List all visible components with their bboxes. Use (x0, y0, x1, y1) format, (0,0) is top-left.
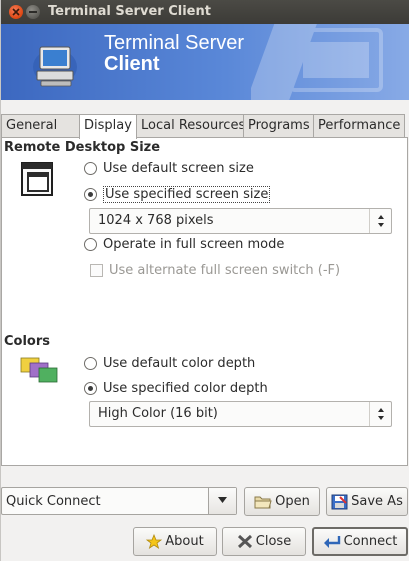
radio-specified-screen-size[interactable]: Use specified screen size (84, 186, 271, 203)
radio-full-screen-button[interactable] (84, 238, 97, 251)
open-button-label: Open (275, 494, 310, 509)
color-depth-icon (20, 356, 58, 390)
save-as-button[interactable]: Save As (326, 487, 408, 516)
color-depth-select[interactable]: High Color (16 bit) (89, 401, 392, 427)
radio-specified-screen-size-label: Use specified screen size (103, 186, 271, 203)
radio-default-color-depth-label: Use default color depth (103, 356, 256, 371)
tab-local-resources[interactable]: Local Resources (136, 114, 245, 138)
connect-button-label: Connect (343, 534, 398, 549)
save-as-button-label: Save As (351, 494, 403, 509)
tab-general[interactable]: General (1, 114, 80, 138)
alt-full-screen-switch[interactable]: Use alternate full screen switch (-F) (90, 263, 340, 278)
color-depth-value: High Color (16 bit) (98, 406, 218, 421)
header-banner: Terminal Server Client (1, 24, 409, 100)
connect-button[interactable]: Connect (312, 527, 408, 556)
banner-title-line1: Terminal Server (104, 32, 245, 54)
window-title: Terminal Server Client (48, 4, 211, 19)
star-icon (146, 534, 163, 549)
about-button-label: About (165, 534, 204, 549)
banner-title: Terminal Server Client (104, 33, 244, 75)
screen-size-icon (19, 160, 55, 202)
window: Terminal Server Client Terminal Server C… (0, 0, 409, 561)
remote-size-heading: Remote Desktop Size (4, 140, 161, 155)
save-icon (331, 494, 348, 509)
folder-icon (254, 496, 272, 508)
title-bar[interactable]: Terminal Server Client (1, 0, 409, 24)
screen-size-select[interactable]: 1024 x 768 pixels (89, 208, 392, 234)
radio-full-screen[interactable]: Operate in full screen mode (84, 237, 284, 252)
minimize-icon[interactable] (26, 5, 40, 19)
chevron-down-icon[interactable] (208, 488, 236, 514)
radio-default-screen-size[interactable]: Use default screen size (84, 161, 254, 176)
radio-default-screen-size-label: Use default screen size (103, 161, 254, 176)
radio-default-color-depth-button[interactable] (84, 357, 97, 370)
radio-full-screen-label: Operate in full screen mode (103, 237, 285, 252)
tab-display[interactable]: Display (79, 114, 137, 139)
colors-heading: Colors (4, 334, 51, 349)
display-tab-panel: Remote Desktop Size Use default screen s… (1, 137, 408, 466)
tab-programs[interactable]: Programs (243, 114, 314, 138)
updown-arrows-icon[interactable] (369, 402, 391, 426)
screen-size-value: 1024 x 768 pixels (98, 213, 214, 228)
quick-connect-value: Quick Connect (6, 494, 101, 509)
quick-connect-combo[interactable]: Quick Connect (1, 487, 237, 515)
radio-specified-color-depth[interactable]: Use specified color depth (84, 381, 268, 396)
close-x-icon (237, 534, 252, 549)
close-button-label: Close (255, 534, 292, 549)
radio-specified-color-depth-button[interactable] (84, 382, 97, 395)
radio-default-color-depth[interactable]: Use default color depth (84, 356, 255, 371)
alt-full-screen-label: Use alternate full screen switch (-F) (109, 263, 341, 278)
close-icon[interactable] (9, 5, 23, 19)
radio-specified-color-depth-label: Use specified color depth (103, 381, 268, 396)
banner-title-line2: Client (104, 53, 160, 75)
updown-arrows-icon[interactable] (369, 209, 391, 233)
alt-full-screen-checkbox[interactable] (90, 264, 103, 277)
tab-bar: General Display Local Resources Programs… (1, 114, 405, 139)
tab-performance[interactable]: Performance (313, 114, 405, 138)
banner-decoration (251, 24, 383, 100)
about-button[interactable]: About (133, 527, 217, 556)
radio-specified-screen-size-button[interactable] (84, 188, 97, 201)
connect-arrow-icon (323, 535, 340, 548)
computer-icon (31, 41, 81, 93)
open-button[interactable]: Open (244, 487, 320, 516)
close-button[interactable]: Close (222, 527, 306, 556)
radio-default-screen-size-button[interactable] (84, 162, 97, 175)
